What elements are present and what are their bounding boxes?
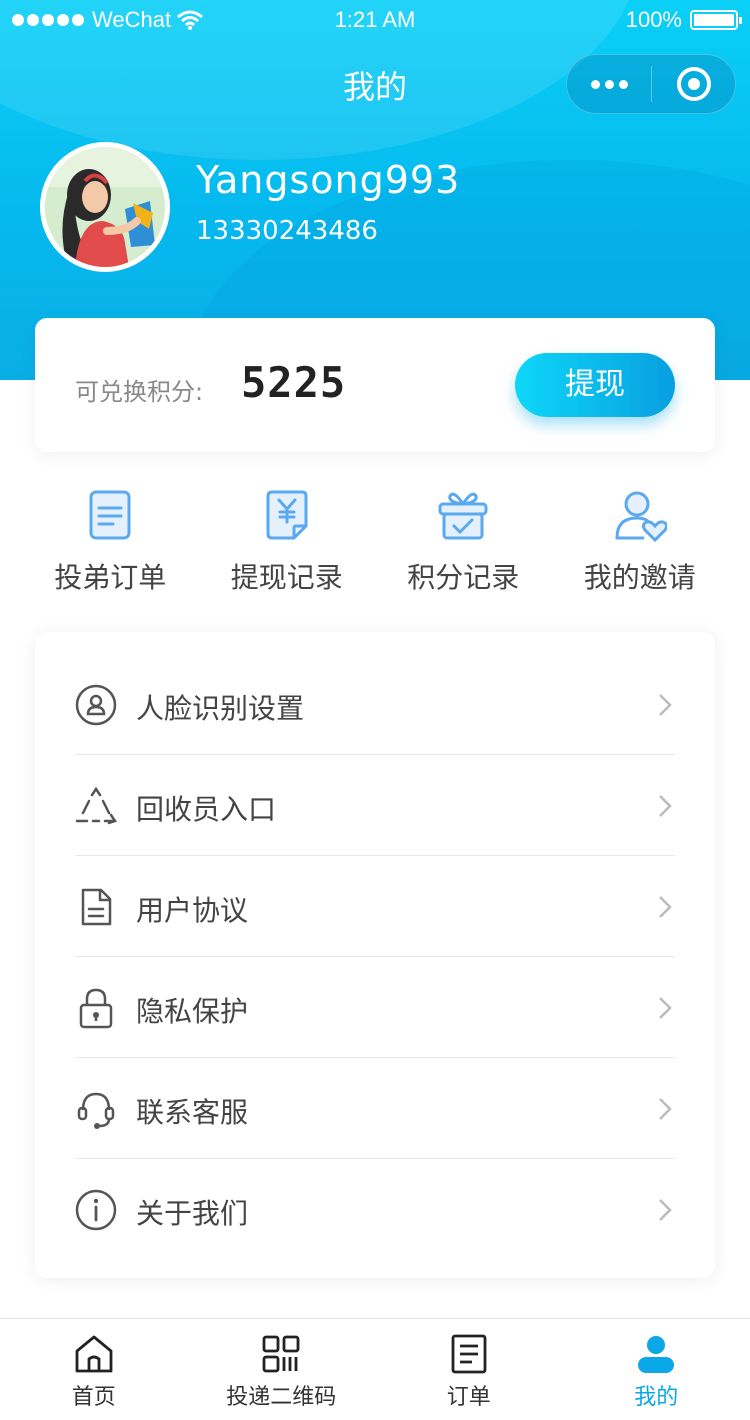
menu-item-label: 关于我们	[136, 1197, 249, 1230]
menu-item-customer-service[interactable]: 联系客服	[75, 1058, 675, 1159]
status-right: 100%	[625, 7, 742, 33]
info-icon	[75, 1189, 117, 1231]
tab-label: 首页	[71, 1385, 116, 1410]
menu-item-label: 隐私保护	[136, 995, 249, 1028]
chevron-right-icon	[659, 694, 672, 716]
tab-orders[interactable]: 订单	[375, 1319, 563, 1420]
settings-menu: 人脸识别设置 回收员入口 用户协议 隐私保护 联系客服 关于我们	[35, 632, 715, 1278]
user-heart-icon	[615, 491, 667, 542]
menu-item-label: 人脸识别设置	[136, 692, 305, 725]
tab-qr-code[interactable]: 投递二维码	[188, 1319, 376, 1420]
quick-action-orders[interactable]: 投弟订单	[22, 488, 199, 598]
phone-number: 13330243486	[196, 216, 378, 246]
tab-mine[interactable]: 我的	[563, 1319, 750, 1420]
menu-item-user-agreement[interactable]: 用户协议	[75, 856, 675, 957]
face-id-icon	[75, 684, 117, 726]
chevron-right-icon	[659, 1098, 672, 1120]
lock-icon	[79, 988, 113, 1029]
headset-icon	[77, 1092, 115, 1129]
target-icon	[676, 67, 711, 101]
withdraw-button[interactable]: 提现	[515, 353, 675, 417]
tab-label: 订单	[446, 1385, 491, 1410]
points-card: 可兑换积分: 5225 提现	[35, 318, 715, 452]
gift-box-icon	[438, 492, 488, 540]
battery-icon	[690, 10, 742, 30]
quick-action-label: 积分记录	[407, 561, 520, 594]
chevron-right-icon	[659, 795, 672, 817]
points-value: 5225	[241, 358, 347, 407]
chevron-right-icon	[659, 896, 672, 918]
order-list-icon	[451, 1334, 487, 1374]
tab-bar: 首页 投递二维码 订单 我的	[0, 1318, 750, 1420]
status-bar: WeChat 1:21 AM 100%	[0, 0, 750, 40]
tab-label: 投递二维码	[226, 1385, 337, 1410]
chevron-right-icon	[659, 1199, 672, 1221]
points-label: 可兑换积分:	[75, 378, 204, 406]
profile-icon	[638, 1336, 675, 1373]
document-icon	[81, 888, 112, 926]
quick-action-invites[interactable]: 我的邀请	[552, 488, 729, 598]
avatar[interactable]	[40, 142, 170, 272]
menu-item-recycler-entry[interactable]: 回收员入口	[75, 755, 675, 856]
menu-item-label: 回收员入口	[136, 793, 277, 826]
close-miniprogram-button[interactable]	[652, 67, 735, 101]
menu-item-about-us[interactable]: 关于我们	[75, 1159, 675, 1260]
menu-item-label: 用户协议	[136, 894, 249, 927]
menu-item-privacy[interactable]: 隐私保护	[75, 957, 675, 1058]
more-icon[interactable]	[567, 79, 651, 89]
quick-action-label: 提现记录	[230, 561, 343, 594]
chevron-right-icon	[659, 997, 672, 1019]
tab-home[interactable]: 首页	[0, 1319, 188, 1420]
avatar-illustration	[45, 147, 165, 267]
quick-action-withdraw-records[interactable]: 提现记录	[199, 488, 376, 598]
home-icon	[75, 1335, 113, 1373]
quick-actions: 投弟订单 提现记录 积分记录 我的邀请	[22, 488, 728, 598]
username: Yangsong993	[196, 158, 461, 202]
battery-percent: 100%	[625, 7, 682, 32]
miniprogram-capsule	[566, 54, 736, 114]
quick-action-label: 投弟订单	[54, 561, 167, 594]
menu-item-label: 联系客服	[136, 1096, 249, 1129]
qr-code-icon	[262, 1335, 300, 1373]
menu-item-face-id[interactable]: 人脸识别设置	[75, 654, 675, 755]
yen-doc-icon	[266, 490, 308, 540]
quick-action-points-records[interactable]: 积分记录	[375, 488, 552, 598]
quick-action-label: 我的邀请	[583, 561, 696, 594]
recycle-icon	[75, 786, 117, 825]
tab-label: 我的	[634, 1385, 679, 1410]
order-doc-icon	[89, 490, 131, 540]
